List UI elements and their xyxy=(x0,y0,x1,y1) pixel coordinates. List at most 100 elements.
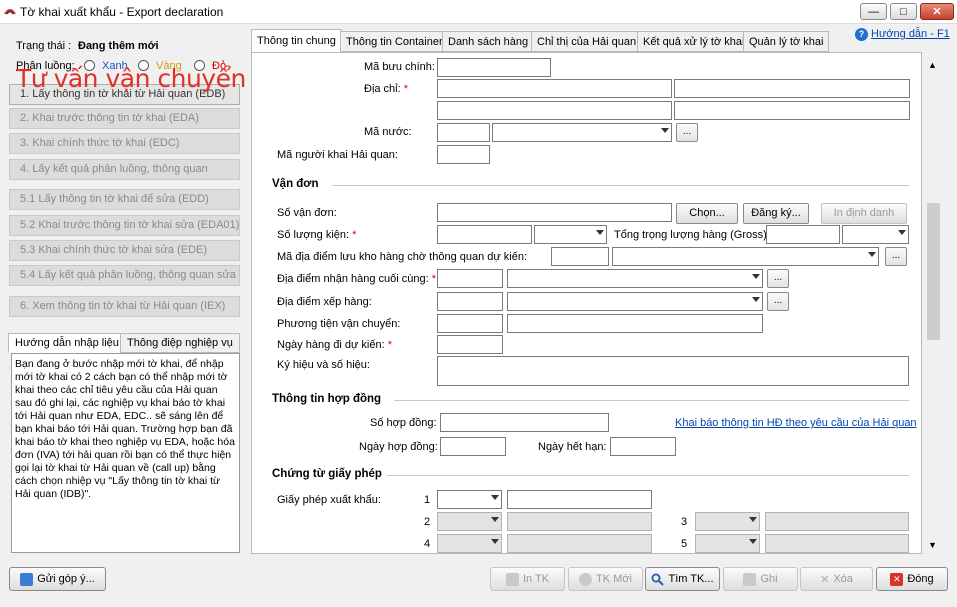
tab-input-guide[interactable]: Hướng dẫn nhập liệu xyxy=(8,333,126,353)
final-receipt-lookup-button[interactable]: ... xyxy=(767,269,789,288)
license-type-4-dropdown[interactable] xyxy=(437,534,502,553)
tab-business-messages[interactable]: Thông điệp nghiệp vụ xyxy=(120,333,240,353)
license-no-3-input[interactable] xyxy=(765,512,909,531)
license-type-3-dropdown[interactable] xyxy=(695,512,760,531)
loading-place-lookup-button[interactable]: ... xyxy=(767,292,789,311)
license-no-4-input[interactable] xyxy=(507,534,652,553)
tab-general-info[interactable]: Thông tin chung xyxy=(251,29,342,53)
departure-date-label: Ngày hàng đi dự kiến: * xyxy=(277,339,392,351)
license-row-1-label: 1 xyxy=(424,494,431,506)
final-receipt-dropdown[interactable] xyxy=(507,269,763,288)
contract-no-label: Số hợp đồng: xyxy=(370,417,437,429)
step-btn-ede[interactable]: 5.3 Khai chính thức tờ khai sửa (EDE) xyxy=(9,240,240,261)
save-icon xyxy=(743,572,757,586)
maximize-button[interactable]: □ xyxy=(890,3,917,20)
print-id-button[interactable]: In định danh xyxy=(821,203,907,224)
tab-declaration-management[interactable]: Quản lý tờ khai xyxy=(743,31,830,52)
close-window-button[interactable]: ✕ xyxy=(920,3,954,20)
tab-container-info[interactable]: Thông tin Container xyxy=(340,31,449,52)
guide-text: Bạn đang ở bước nhập mới tờ khai, để nhậ… xyxy=(11,353,240,553)
delete-button[interactable]: ✕ Xóa xyxy=(800,567,873,591)
step-btn-edc[interactable]: 3. Khai chính thức tờ khai (EDC) xyxy=(9,133,240,154)
step-btn-result-edit[interactable]: 5.4 Lấy kết quả phân luồng, thông quan s… xyxy=(9,265,240,286)
address-input-3[interactable] xyxy=(437,101,672,120)
step-btn-iex[interactable]: 6. Xem thông tin tờ khai từ Hải quan (IE… xyxy=(9,296,240,317)
license-type-1-dropdown[interactable] xyxy=(437,490,502,509)
contract-info-link[interactable]: Khai báo thông tin HĐ theo yêu cầu của H… xyxy=(675,417,917,429)
step-btn-edd[interactable]: 5.1 Lấy thông tin tờ khai để sửa (EDD) xyxy=(9,189,240,210)
license-no-5-input[interactable] xyxy=(765,534,909,553)
warehouse-code-label: Mã địa điểm lưu kho hàng chờ thông quan … xyxy=(277,251,528,263)
declarant-code-input[interactable] xyxy=(437,145,490,164)
find-declaration-button[interactable]: Tìm TK... xyxy=(645,567,720,591)
expiry-date-label: Ngày hết hạn: xyxy=(538,441,607,453)
loading-place-code-input[interactable] xyxy=(437,292,503,311)
help-icon: ? xyxy=(855,28,868,41)
print-label: In TK xyxy=(522,573,550,585)
declarant-code-label: Mã người khai Hải quan: xyxy=(277,149,398,161)
address-input-1[interactable] xyxy=(437,79,672,98)
step-btn-eda[interactable]: 2. Khai trước thông tin tờ khai (EDA) xyxy=(9,108,240,129)
weight-unit-dropdown[interactable] xyxy=(842,225,909,244)
search-icon xyxy=(651,573,665,586)
tab-goods-list[interactable]: Danh sách hàng xyxy=(442,31,535,52)
gross-weight-label: Tổng trọng lượng hàng (Gross): xyxy=(614,229,770,241)
save-label: Ghi xyxy=(760,573,778,585)
country-code-label: Mã nước: xyxy=(364,126,412,138)
address-input-4[interactable] xyxy=(674,101,910,120)
license-row-3-label: 3 xyxy=(681,516,688,528)
save-button[interactable]: Ghi xyxy=(723,567,798,591)
gross-weight-input[interactable] xyxy=(766,225,840,244)
loading-place-label: Địa điểm xếp hàng: xyxy=(277,296,372,308)
minimize-button[interactable]: — xyxy=(860,3,887,20)
contract-no-input[interactable] xyxy=(440,413,609,432)
exit-icon: ✕ xyxy=(890,572,904,586)
step-btn-result[interactable]: 4. Lấy kết quả phân luồng, thông quan xyxy=(9,159,240,180)
license-no-1-input[interactable] xyxy=(507,490,652,509)
status-value: Đang thêm mới xyxy=(78,40,159,52)
loading-place-dropdown[interactable] xyxy=(507,292,763,311)
license-section-title: Chứng từ giấy phép xyxy=(272,468,382,480)
scroll-up-icon[interactable]: ▲ xyxy=(928,60,937,70)
register-bill-button[interactable]: Đăng ký... xyxy=(743,203,809,224)
feedback-button[interactable]: Gửi góp ý... xyxy=(9,567,106,591)
scroll-down-icon[interactable]: ▼ xyxy=(928,540,937,550)
new-label: TK Mới xyxy=(596,573,632,585)
warehouse-code-input[interactable] xyxy=(551,247,609,266)
new-declaration-button[interactable]: TK Mới xyxy=(568,567,643,591)
postal-code-input[interactable] xyxy=(437,58,551,77)
contract-date-input[interactable] xyxy=(440,437,506,456)
quantity-input[interactable] xyxy=(437,225,532,244)
warehouse-name-dropdown[interactable] xyxy=(612,247,879,266)
bill-divider xyxy=(332,185,909,186)
quantity-unit-dropdown[interactable] xyxy=(534,225,607,244)
warehouse-lookup-button[interactable]: ... xyxy=(885,247,907,266)
marks-input[interactable] xyxy=(437,356,909,386)
tab-customs-instructions[interactable]: Chỉ thị của Hải quan xyxy=(531,31,643,52)
license-type-5-dropdown[interactable] xyxy=(695,534,760,553)
bill-no-input[interactable] xyxy=(437,203,672,222)
step-btn-eda01[interactable]: 5.2 Khai trước thông tin tờ khai sửa (ED… xyxy=(9,215,240,236)
country-lookup-button[interactable]: ... xyxy=(676,123,698,142)
departure-date-input[interactable] xyxy=(437,335,503,354)
country-name-dropdown[interactable] xyxy=(492,123,672,142)
tab-processing-results[interactable]: Kết quả xử lý tờ khai xyxy=(637,31,751,52)
choose-bill-button[interactable]: Chọn... xyxy=(676,203,738,224)
license-divider xyxy=(387,475,909,476)
print-declaration-button[interactable]: In TK xyxy=(490,567,565,591)
feedback-icon xyxy=(20,572,34,586)
scrollbar-thumb[interactable] xyxy=(927,203,940,340)
expiry-date-input[interactable] xyxy=(610,437,676,456)
transport-name-input[interactable] xyxy=(507,314,763,333)
contract-date-label: Ngày hợp đồng: xyxy=(359,441,438,453)
status-label: Trạng thái : xyxy=(16,40,72,52)
address-input-2[interactable] xyxy=(674,79,910,98)
license-type-2-dropdown[interactable] xyxy=(437,512,502,531)
help-link[interactable]: Hướng dẫn - F1 xyxy=(871,28,950,40)
close-form-button[interactable]: ✕ Đóng xyxy=(876,567,948,591)
transport-code-input[interactable] xyxy=(437,314,503,333)
close-label: Đóng xyxy=(907,573,934,585)
license-no-2-input[interactable] xyxy=(507,512,652,531)
final-receipt-code-input[interactable] xyxy=(437,269,503,288)
country-code-input[interactable] xyxy=(437,123,490,142)
